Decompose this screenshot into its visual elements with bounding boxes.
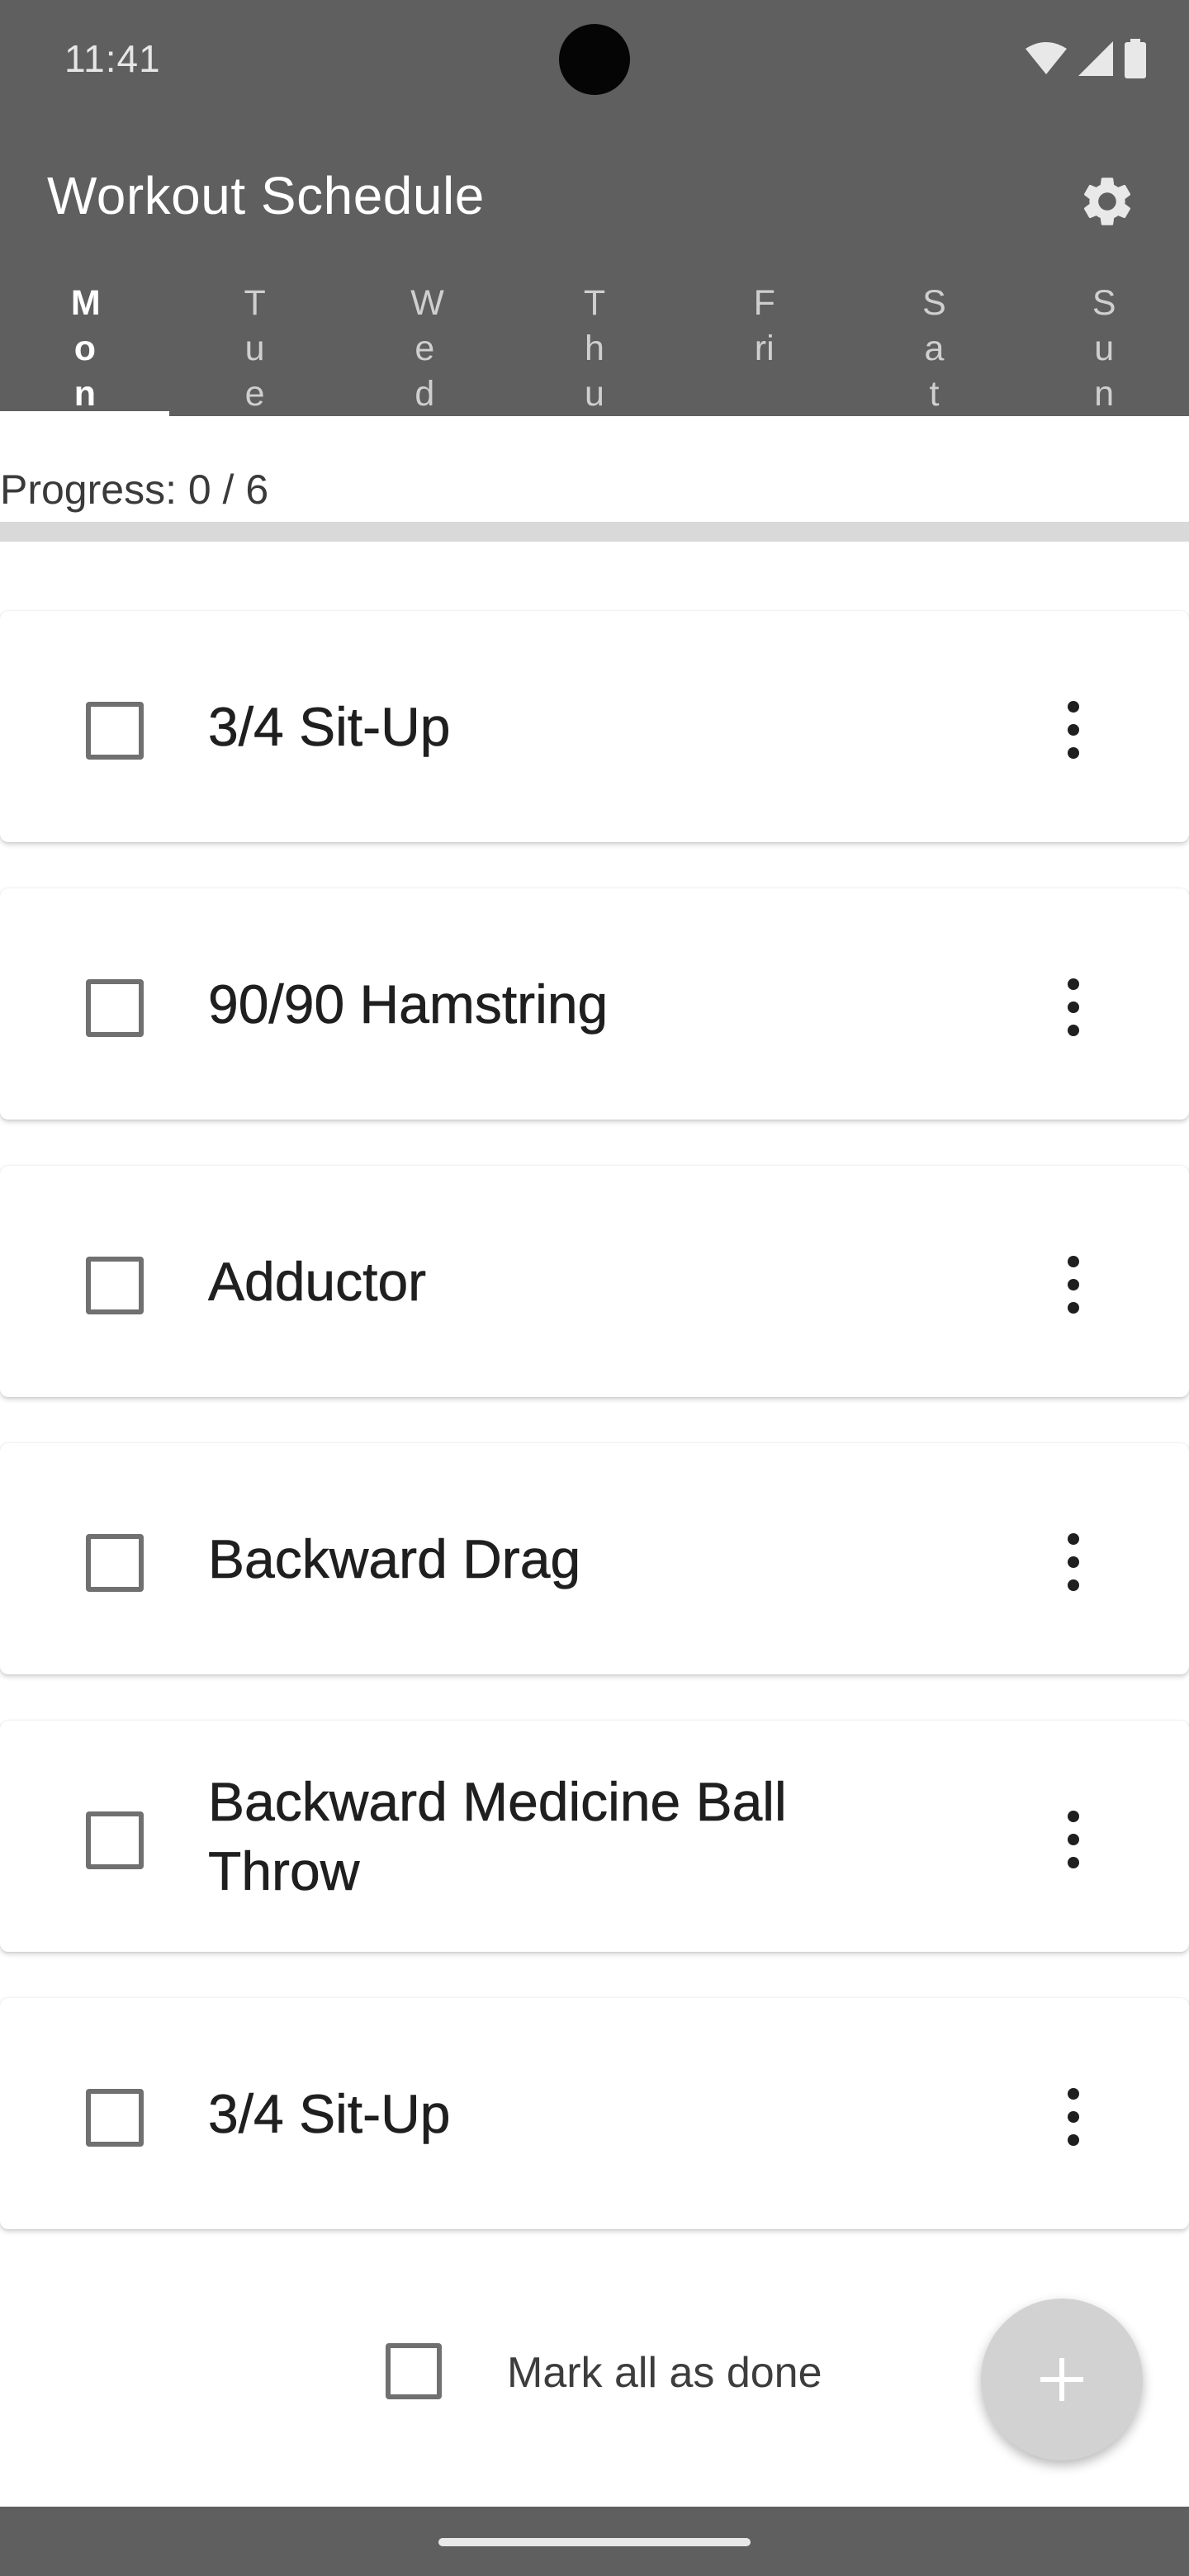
more-options-icon[interactable] xyxy=(1047,2077,1100,2157)
exercise-card[interactable]: Backward Medicine Ball Throw xyxy=(0,1721,1189,1952)
more-options-icon[interactable] xyxy=(1047,968,1100,1047)
more-options-icon[interactable] xyxy=(1047,690,1100,769)
mark-all-label[interactable]: Mark all as done xyxy=(507,2348,822,2398)
system-nav-bar xyxy=(0,2507,1189,2576)
tab-wed[interactable]: Wed xyxy=(339,277,509,416)
exercise-name: 3/4 Sit-Up xyxy=(208,2083,451,2145)
tab-fri[interactable]: Fri xyxy=(680,277,850,416)
exercise-card[interactable]: 3/4 Sit-Up xyxy=(0,1998,1189,2229)
exercise-checkbox[interactable] xyxy=(86,1257,144,1314)
app-bar: 11:41 Workout Schedule Mon Tue Wed Thu F… xyxy=(0,0,1189,416)
gear-icon xyxy=(1083,178,1131,225)
settings-button[interactable] xyxy=(1075,169,1139,234)
exercise-checkbox[interactable] xyxy=(86,979,144,1037)
cell-signal-icon xyxy=(1078,41,1113,76)
more-options-icon[interactable] xyxy=(1047,1800,1100,1879)
tab-sun[interactable]: Sun xyxy=(1019,277,1189,416)
exercise-card[interactable]: 3/4 Sit-Up xyxy=(0,611,1189,842)
exercise-card[interactable]: Backward Drag xyxy=(0,1443,1189,1674)
progress-bar xyxy=(0,522,1189,542)
status-icons xyxy=(1026,38,1146,79)
progress-text: Progress: 0 / 6 xyxy=(0,466,269,513)
exercise-card[interactable]: Adductor xyxy=(0,1166,1189,1397)
plus-icon xyxy=(1040,2358,1083,2401)
day-tabs: Mon Tue Wed Thu Fri Sat Sun xyxy=(0,277,1189,416)
tab-mon[interactable]: Mon xyxy=(0,277,170,416)
wifi-icon xyxy=(1026,42,1067,74)
exercise-checkbox[interactable] xyxy=(86,1534,144,1592)
status-time: 11:41 xyxy=(64,37,161,80)
mark-all-checkbox[interactable] xyxy=(386,2343,442,2399)
more-options-icon[interactable] xyxy=(1047,1245,1100,1324)
more-options-icon[interactable] xyxy=(1047,1522,1100,1602)
exercise-name: Backward Drag xyxy=(208,1528,581,1590)
exercise-checkbox[interactable] xyxy=(86,2089,144,2147)
tab-indicator xyxy=(0,411,169,416)
exercise-name: 3/4 Sit-Up xyxy=(208,696,451,758)
tab-tue[interactable]: Tue xyxy=(170,277,340,416)
exercise-card[interactable]: 90/90 Hamstring xyxy=(0,888,1189,1120)
exercise-checkbox[interactable] xyxy=(86,1811,144,1869)
add-exercise-button[interactable] xyxy=(981,2299,1143,2460)
exercise-name: 90/90 Hamstring xyxy=(208,973,609,1035)
exercise-checkbox[interactable] xyxy=(86,702,144,760)
home-handle[interactable] xyxy=(438,2538,751,2546)
tab-thu[interactable]: Thu xyxy=(509,277,680,416)
battery-icon xyxy=(1125,39,1146,78)
exercise-name: Adductor xyxy=(208,1251,427,1313)
page-title: Workout Schedule xyxy=(47,166,485,225)
tab-sat[interactable]: Sat xyxy=(850,277,1020,416)
camera-cutout xyxy=(559,24,630,95)
exercise-name: Backward Medicine Ball Throw xyxy=(208,1771,787,1902)
